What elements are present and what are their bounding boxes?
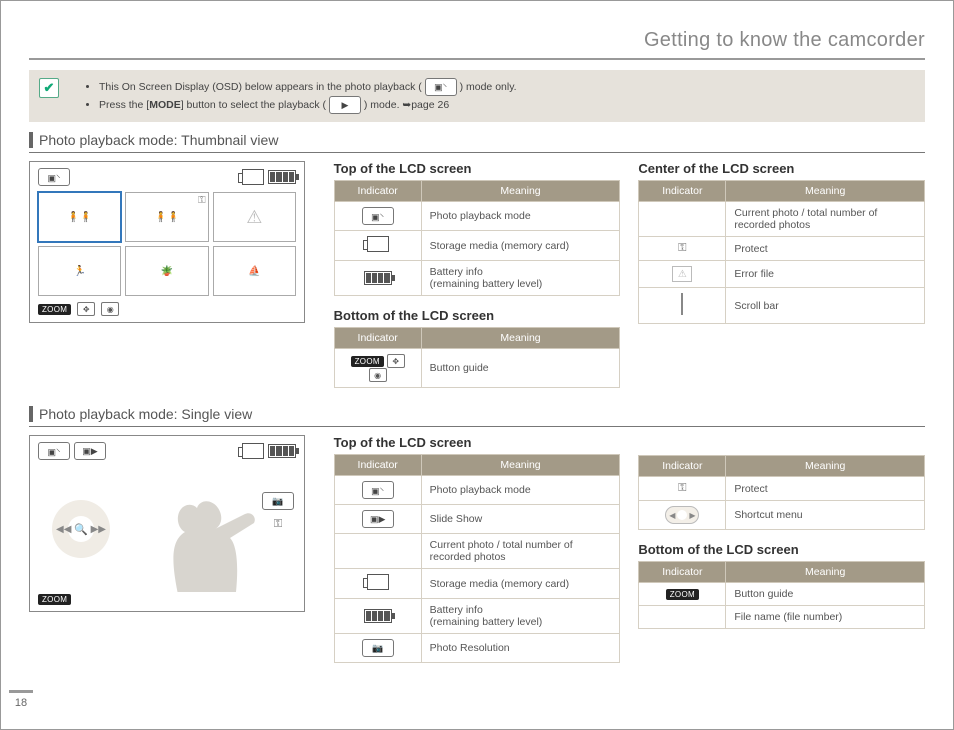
- resolution-icon: 📷: [362, 639, 394, 657]
- single-body: ◀◀ 🔍 ▶▶ 📷 ⚿: [34, 462, 300, 592]
- memory-card-icon: [242, 169, 264, 185]
- photo-playback-icon: ▣⸌: [38, 168, 70, 186]
- slideshow-icon: ▣▶: [74, 442, 106, 460]
- sub-head-bottom-lcd: Bottom of the LCD screen: [638, 542, 925, 557]
- photo-playback-icon: ▣⸌: [362, 207, 394, 225]
- title-rule: [29, 58, 925, 60]
- note-bullet-1: This On Screen Display (OSD) below appea…: [99, 78, 517, 96]
- photo-silhouette: [120, 472, 280, 592]
- thumbnail-5: 🪴: [125, 246, 208, 296]
- memory-card-icon: [367, 236, 389, 252]
- sub-head-top-lcd: Top of the LCD screen: [334, 161, 621, 176]
- chapter-title: Getting to know the camcorder: [29, 29, 925, 52]
- playback-mode-icon: ▶: [329, 96, 361, 114]
- battery-icon: [268, 170, 296, 184]
- sub-head-center-lcd: Center of the LCD screen: [638, 161, 925, 176]
- scroll-bar-icon: [681, 293, 683, 315]
- single-row: ▣⸌ ▣▶ ◀◀ 🔍 ▶▶: [29, 435, 925, 675]
- section-rule: [29, 152, 925, 153]
- thumbnail-col-right: Center of the LCD screen IndicatorMeanin…: [638, 161, 925, 400]
- zoom-badge: ZOOM: [38, 594, 71, 605]
- shortcut-dial: ◀◀ 🔍 ▶▶: [52, 500, 110, 558]
- battery-icon: [364, 609, 392, 623]
- nav-icon: ✥: [77, 302, 95, 316]
- thumbnail-grid: 🧍🧍 🧍🧍⚿ ⚠ 🏃 🪴 ⛵: [34, 188, 300, 300]
- table-thumb-center: IndicatorMeaning Current photo / total n…: [638, 180, 925, 324]
- section-title-thumbnail: Photo playback mode: Thumbnail view: [29, 132, 925, 148]
- single-col-right: IndicatorMeaning ⚿Protect ◀▶Shortcut men…: [638, 435, 925, 675]
- nav-icon: ✥: [387, 354, 405, 368]
- thumbnail-6: ⛵: [213, 246, 296, 296]
- thumbnail-1: 🧍🧍: [38, 192, 121, 242]
- memory-card-icon: [242, 443, 264, 459]
- single-col-mid: Top of the LCD screen IndicatorMeaning ▣…: [334, 435, 621, 675]
- table-single-right-bottom: IndicatorMeaning ZOOMButton guide File n…: [638, 561, 925, 629]
- table-thumb-bottom: IndicatorMeaning ZOOM ✥ ◉Button guide: [334, 327, 621, 388]
- lcd-single: ▣⸌ ▣▶ ◀◀ 🔍 ▶▶: [29, 435, 305, 612]
- thumbnail-4: 🏃: [38, 246, 121, 296]
- error-file-icon: ⚠: [246, 207, 262, 228]
- section-title-single: Photo playback mode: Single view: [29, 406, 925, 422]
- thumbnail-row: ▣⸌ 🧍🧍 🧍🧍⚿ ⚠ 🏃 🪴 ⛵ ZOOM: [29, 161, 925, 400]
- thumbnail-col-mid: Top of the LCD screen IndicatorMeaning ▣…: [334, 161, 621, 400]
- lcd-top-bar: ▣⸌ ▣▶: [34, 440, 300, 462]
- ok-icon: ◉: [101, 302, 119, 316]
- resolution-icon: 📷: [262, 492, 294, 510]
- lcd-thumbnail: ▣⸌ 🧍🧍 🧍🧍⚿ ⚠ 🏃 🪴 ⛵ ZOOM: [29, 161, 305, 323]
- sub-head-bottom-lcd: Bottom of the LCD screen: [334, 308, 621, 323]
- table-thumb-top: IndicatorMeaning ▣⸌Photo playback mode S…: [334, 180, 621, 296]
- prev-icon: ◀◀: [56, 524, 71, 535]
- single-right-icons: 📷 ⚿: [262, 492, 294, 531]
- zoom-badge: ZOOM: [351, 356, 384, 367]
- shortcut-menu-icon: ◀▶: [665, 506, 699, 524]
- battery-icon: [268, 444, 296, 458]
- lcd-bottom-bar: ZOOM ✥ ◉: [34, 300, 300, 318]
- memory-card-icon: [367, 574, 389, 590]
- table-single-top: IndicatorMeaning ▣⸌Photo playback mode ▣…: [334, 454, 621, 663]
- protect-icon: ⚿: [198, 195, 206, 206]
- sub-head-top-lcd: Top of the LCD screen: [334, 435, 621, 450]
- lcd-bottom-bar: ZOOM: [34, 592, 300, 607]
- table-single-right-top: IndicatorMeaning ⚿Protect ◀▶Shortcut men…: [638, 455, 925, 530]
- battery-icon: [364, 271, 392, 285]
- zoom-badge: ZOOM: [38, 304, 71, 315]
- photo-playback-icon: ▣⸌: [362, 481, 394, 499]
- protect-icon: ⚿: [274, 518, 282, 531]
- protect-icon: ⚿: [678, 482, 686, 494]
- manual-page: Getting to know the camcorder ✔ This On …: [0, 0, 954, 730]
- lcd-top-bar: ▣⸌: [34, 166, 300, 188]
- zoom-badge: ZOOM: [666, 589, 699, 600]
- slideshow-icon: ▣▶: [362, 510, 394, 528]
- section-rule: [29, 426, 925, 427]
- photo-playback-icon: ▣⸌: [38, 442, 70, 460]
- thumbnail-col-left: ▣⸌ 🧍🧍 🧍🧍⚿ ⚠ 🏃 🪴 ⛵ ZOOM: [29, 161, 316, 400]
- check-icon: ✔: [39, 78, 59, 98]
- single-col-left: ▣⸌ ▣▶ ◀◀ 🔍 ▶▶: [29, 435, 316, 675]
- page-number: 18: [9, 690, 33, 709]
- thumbnail-2: 🧍🧍⚿: [125, 192, 208, 242]
- thumbnail-3: ⚠: [213, 192, 296, 242]
- ok-icon: ◉: [369, 368, 387, 382]
- note-box: ✔ This On Screen Display (OSD) below app…: [29, 70, 925, 122]
- next-icon: ▶▶: [91, 524, 106, 535]
- photo-playback-icon: ▣⸌: [425, 78, 457, 96]
- protect-icon: ⚿: [678, 242, 686, 254]
- note-bullet-2: Press the [MODE] button to select the pl…: [99, 96, 517, 114]
- error-file-icon: ⚠: [672, 266, 692, 282]
